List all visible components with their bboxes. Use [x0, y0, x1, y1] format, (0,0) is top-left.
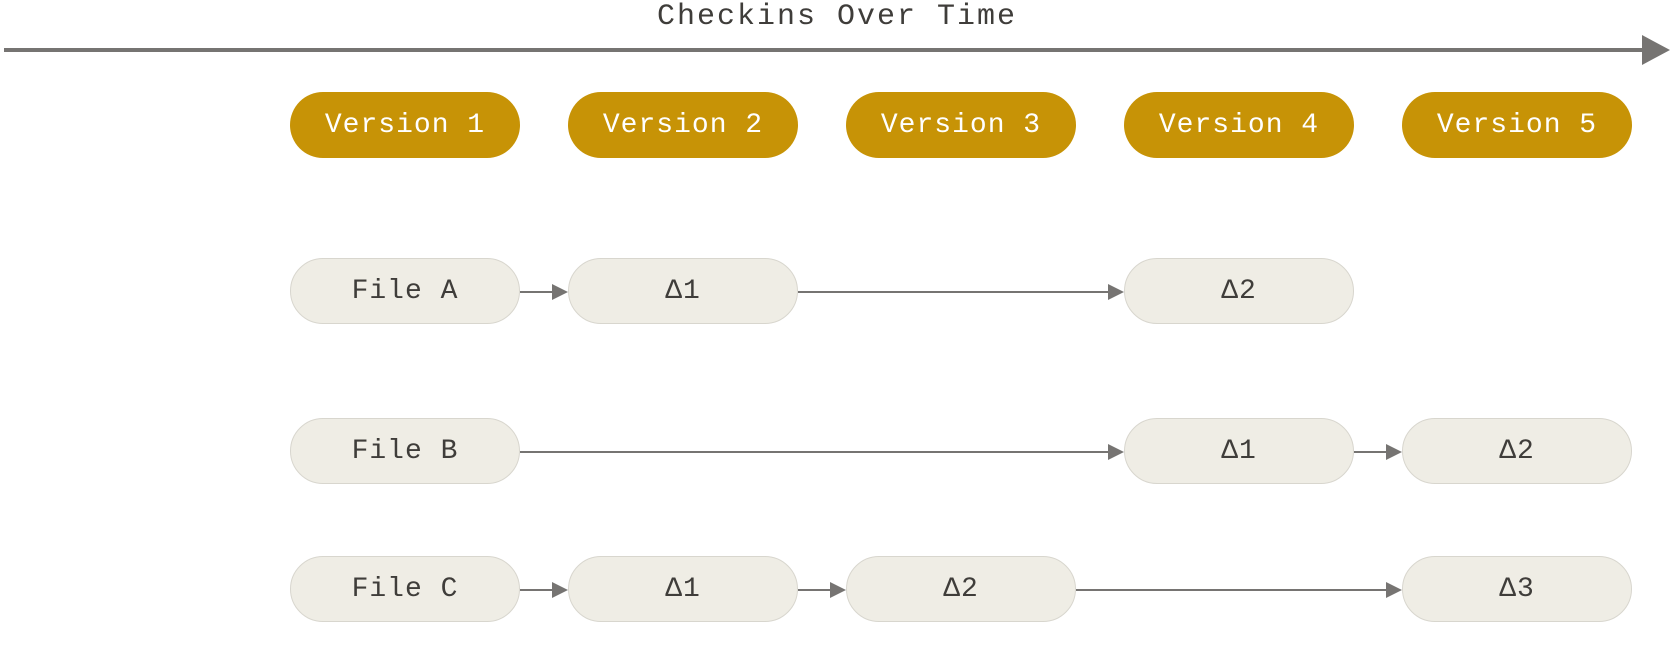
version-pill-4: Version 4: [1124, 92, 1354, 158]
delta-pill-fileC-2: Δ2: [846, 556, 1076, 622]
delta-pill-fileB-1: Δ1: [1124, 418, 1354, 484]
delta-pill-fileB-2: Δ2: [1402, 418, 1632, 484]
arrow-fileC-0: [520, 589, 566, 591]
timeline-line: [4, 48, 1648, 52]
arrow-fileA-1: [798, 291, 1122, 293]
delta-pill-fileA-2: Δ2: [1124, 258, 1354, 324]
arrow-fileA-0: [520, 291, 566, 293]
arrowhead-icon: [1642, 35, 1670, 65]
version-pill-3: Version 3: [846, 92, 1076, 158]
file-pill-fileA: File A: [290, 258, 520, 324]
diagram-canvas: Checkins Over Time Version 1 Version 2 Ver…: [0, 0, 1674, 648]
version-pill-2: Version 2: [568, 92, 798, 158]
delta-pill-fileC-1: Δ1: [568, 556, 798, 622]
delta-pill-fileA-1: Δ1: [568, 258, 798, 324]
version-pill-5: Version 5: [1402, 92, 1632, 158]
diagram-title: Checkins Over Time: [0, 0, 1674, 34]
arrow-fileB-1: [1354, 451, 1400, 453]
arrow-fileC-2: [1076, 589, 1400, 591]
version-pill-1: Version 1: [290, 92, 520, 158]
timeline-arrow: [4, 40, 1670, 60]
file-pill-fileC: File C: [290, 556, 520, 622]
arrow-fileB-0: [520, 451, 1122, 453]
file-pill-fileB: File B: [290, 418, 520, 484]
arrow-fileC-1: [798, 589, 844, 591]
delta-pill-fileC-3: Δ3: [1402, 556, 1632, 622]
